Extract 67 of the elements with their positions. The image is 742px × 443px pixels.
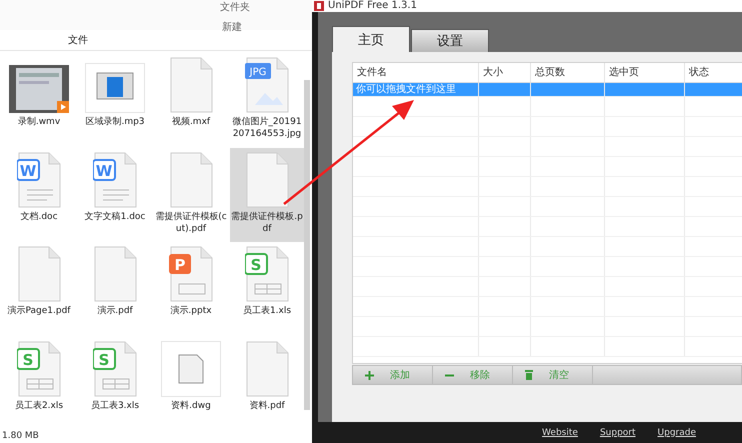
window-title: UniPDF Free 1.3.1	[328, 1, 417, 11]
column-header[interactable]: 选中页	[605, 63, 685, 82]
scrollbar[interactable]	[304, 80, 310, 410]
document-icon	[169, 152, 213, 208]
column-header[interactable]: 文件名	[353, 63, 479, 82]
file-item[interactable]: 资料.pdf	[230, 336, 304, 431]
column-header[interactable]: 状态	[685, 63, 742, 82]
file-name: 演示.pdf	[96, 305, 134, 317]
footer-link[interactable]: Website	[542, 428, 578, 438]
file-name: 文档.doc	[19, 210, 59, 222]
file-item[interactable]: 录制.wmv	[2, 53, 76, 148]
file-name: 演示.pptx	[169, 305, 213, 317]
trash-icon	[525, 370, 533, 380]
ribbon-label: 新建	[222, 20, 242, 34]
file-item[interactable]: 需提供证件模板(cut).pdf	[154, 148, 228, 242]
document-icon: S	[17, 340, 61, 396]
document-icon: W	[93, 152, 137, 208]
tab[interactable]: 设置	[411, 29, 489, 52]
column-header[interactable]: 总页数	[531, 63, 605, 82]
file-item[interactable]: 演示Page1.pdf	[2, 242, 76, 336]
file-name: 资料.pdf	[248, 400, 286, 412]
file-item[interactable]: 资料.dwg	[154, 336, 228, 431]
file-item[interactable]: W 文字文稿1.doc	[78, 148, 152, 242]
file-item[interactable]: W 文档.doc	[2, 148, 76, 242]
file-name: 微信图片_20191207164553.jpg	[231, 116, 303, 140]
ribbon-label: 文件夹	[220, 0, 250, 14]
file-name: 区域录制.mp3	[84, 116, 146, 128]
document-icon: JPG	[245, 57, 289, 113]
footer-link[interactable]: Support	[600, 428, 636, 438]
file-name: 资料.dwg	[170, 400, 212, 412]
document-icon	[169, 57, 213, 113]
footer-link[interactable]: Upgrade	[658, 428, 696, 438]
column-header[interactable]: 大小	[479, 63, 531, 82]
document-icon: W	[17, 152, 61, 208]
document-icon: P	[169, 246, 213, 302]
file-thumbnail-icon	[161, 340, 221, 396]
file-item[interactable]: 视频.mxf	[154, 53, 228, 148]
table-cell: 你可以拖拽文件到这里	[356, 84, 456, 96]
file-item[interactable]: 演示.pdf	[78, 242, 152, 336]
file-name: 员工表2.xls	[14, 400, 64, 412]
document-icon: S	[245, 246, 289, 302]
document-icon: S	[93, 340, 137, 396]
file-name: 视频.mxf	[170, 116, 212, 128]
status-text: 1.80 MB	[2, 431, 39, 441]
video-thumbnail-icon	[9, 65, 69, 113]
file-name: 需提供证件模板(cut).pdf	[155, 210, 227, 234]
document-icon	[245, 152, 289, 208]
file-name: 员工表1.xls	[242, 305, 292, 317]
file-item[interactable]: JPG 微信图片_20191207164553.jpg	[230, 53, 304, 148]
file-item[interactable]: 需提供证件模板.pdf	[230, 148, 304, 242]
file-item[interactable]: S 员工表3.xls	[78, 336, 152, 431]
file-name: 演示Page1.pdf	[6, 305, 72, 317]
file-name: 录制.wmv	[16, 116, 62, 128]
file-name: 文字文稿1.doc	[84, 210, 146, 222]
file-item[interactable]: S 员工表2.xls	[2, 336, 76, 431]
breadcrumb-item[interactable]: 文件	[68, 33, 88, 47]
file-item[interactable]: P 演示.pptx	[154, 242, 228, 336]
file-item[interactable]: 区域录制.mp3	[78, 53, 152, 148]
file-name: 需提供证件模板.pdf	[231, 210, 303, 234]
document-icon	[245, 340, 289, 396]
tab[interactable]: 主页	[332, 26, 410, 52]
file-item[interactable]: S 员工表1.xls	[230, 242, 304, 336]
plus-icon	[365, 370, 374, 380]
document-icon	[17, 246, 61, 302]
document-icon	[93, 246, 137, 302]
window-thumbnail-icon	[85, 63, 145, 113]
file-name: 员工表3.xls	[90, 400, 140, 412]
